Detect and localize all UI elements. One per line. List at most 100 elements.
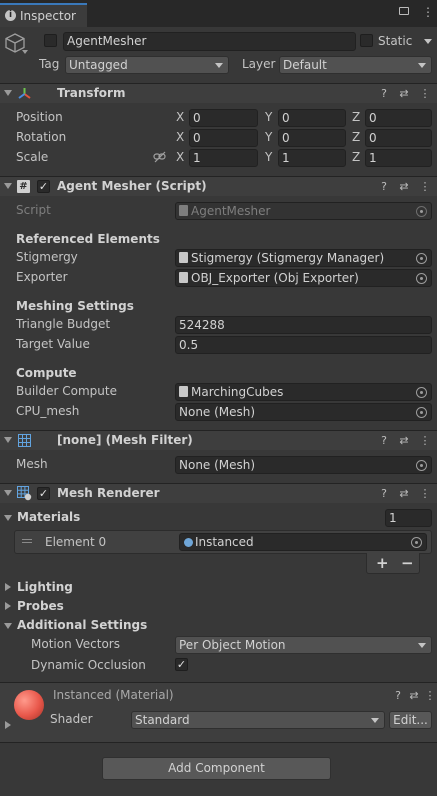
additional-settings-label[interactable]: Additional Settings xyxy=(17,618,147,632)
collapse-chevron-icon[interactable] xyxy=(22,50,28,54)
object-picker-icon[interactable] xyxy=(411,537,422,548)
triangle-budget-field[interactable]: 524288 xyxy=(175,316,432,334)
builder-compute-field[interactable]: MarchingCubes xyxy=(175,383,432,401)
exporter-field[interactable]: OBJ_Exporter (Obj Exporter) xyxy=(175,269,432,287)
object-picker-icon[interactable] xyxy=(416,407,427,418)
object-picker-icon[interactable] xyxy=(416,273,427,284)
mesh-grid-icon xyxy=(18,434,31,447)
axis-x-label[interactable]: X xyxy=(176,110,184,124)
preset-sliders-icon[interactable]: ⇄ xyxy=(397,434,411,448)
foldout-arrow-icon[interactable] xyxy=(4,490,12,496)
mesh-renderer-header[interactable]: ✓ Mesh Renderer ? ⇄ ⋮ xyxy=(0,483,437,503)
axis-y-label[interactable]: Y xyxy=(265,130,272,144)
context-menu-icon[interactable]: ⋮ xyxy=(423,689,437,703)
tag-dropdown[interactable]: Untagged xyxy=(65,56,229,74)
agent-mesher-header[interactable]: # ✓ Agent Mesher (Script) ? ⇄ ⋮ xyxy=(0,176,437,196)
info-icon: i xyxy=(5,10,16,21)
preset-sliders-icon[interactable]: ⇄ xyxy=(397,87,411,101)
axis-z-label[interactable]: Z xyxy=(352,130,360,144)
object-picker-icon[interactable] xyxy=(416,460,427,471)
edit-shader-button[interactable]: Edit... xyxy=(389,711,432,729)
axis-y-label[interactable]: Y xyxy=(265,150,272,164)
position-x-field[interactable]: 0 xyxy=(189,109,258,127)
context-menu-icon[interactable]: ⋮ xyxy=(418,87,432,101)
materials-count-field[interactable]: 1 xyxy=(385,509,432,527)
rotation-x-field[interactable]: 0 xyxy=(189,129,258,147)
lighting-label[interactable]: Lighting xyxy=(17,580,73,594)
additional-foldout-arrow-icon[interactable] xyxy=(4,623,12,629)
axis-z-label[interactable]: Z xyxy=(352,110,360,124)
active-checkbox[interactable] xyxy=(44,34,57,47)
cpu-mesh-field[interactable]: None (Mesh) xyxy=(175,403,432,421)
materials-foldout-arrow-icon[interactable] xyxy=(4,515,12,521)
object-picker-icon[interactable] xyxy=(416,253,427,264)
mesh-field[interactable]: None (Mesh) xyxy=(175,456,432,474)
tab-inspector[interactable]: i Inspector xyxy=(0,3,87,27)
motion-vectors-value: Per Object Motion xyxy=(179,638,286,652)
position-y-field[interactable]: 0 xyxy=(278,109,346,127)
foldout-arrow-icon[interactable] xyxy=(4,183,12,189)
transform-header[interactable]: Transform ? ⇄ ⋮ xyxy=(0,83,437,103)
remove-element-button[interactable]: − xyxy=(401,554,414,572)
layer-dropdown[interactable]: Default xyxy=(279,56,432,74)
preset-sliders-icon[interactable]: ⇄ xyxy=(397,487,411,501)
probes-foldout-arrow-icon[interactable] xyxy=(5,602,11,610)
position-z-field[interactable]: 0 xyxy=(365,109,432,127)
help-icon[interactable]: ? xyxy=(377,487,391,501)
preset-sliders-icon[interactable]: ⇄ xyxy=(407,689,421,703)
drag-handle-icon[interactable] xyxy=(22,539,32,540)
context-menu-icon[interactable]: ⋮ xyxy=(418,434,432,448)
lighting-foldout-arrow-icon[interactable] xyxy=(5,583,11,591)
add-element-button[interactable]: + xyxy=(376,554,389,572)
layer-value: Default xyxy=(283,58,327,72)
tag-label: Tag xyxy=(39,57,60,71)
stigmergy-field[interactable]: Stigmergy (Stigmergy Manager) xyxy=(175,249,432,267)
constrain-proportions-link-icon[interactable] xyxy=(153,151,167,163)
help-icon[interactable]: ? xyxy=(377,434,391,448)
script-field: AgentMesher xyxy=(175,202,432,220)
material-foldout-arrow-icon[interactable] xyxy=(5,721,11,729)
element-0-field[interactable]: Instanced xyxy=(179,533,427,551)
scale-z-field[interactable]: 1 xyxy=(365,149,432,167)
axis-y-label[interactable]: Y xyxy=(265,110,272,124)
dynamic-occlusion-checkbox[interactable]: ✓ xyxy=(175,658,188,671)
script-value: AgentMesher xyxy=(191,204,271,218)
help-icon[interactable]: ? xyxy=(391,689,405,703)
rotation-z-field[interactable]: 0 xyxy=(365,129,432,147)
more-icon[interactable]: ⋮ xyxy=(422,5,434,19)
foldout-arrow-icon[interactable] xyxy=(4,437,12,443)
materials-label[interactable]: Materials xyxy=(17,510,80,524)
material-header: Instanced (Material) ? ⇄ ⋮ Shader Standa… xyxy=(0,683,437,742)
lock-icon[interactable] xyxy=(399,7,409,15)
scale-x-field[interactable]: 1 xyxy=(189,149,258,167)
mesh-filter-title: [none] (Mesh Filter) xyxy=(57,433,193,447)
preset-sliders-icon[interactable]: ⇄ xyxy=(397,180,411,194)
meshing-settings-header: Meshing Settings xyxy=(16,299,134,313)
help-icon[interactable]: ? xyxy=(377,180,391,194)
shader-label: Shader xyxy=(50,712,93,726)
component-enabled-checkbox[interactable]: ✓ xyxy=(37,180,50,193)
axis-z-label[interactable]: Z xyxy=(352,150,360,164)
context-menu-icon[interactable]: ⋮ xyxy=(418,180,432,194)
probes-label[interactable]: Probes xyxy=(17,599,64,613)
motion-vectors-dropdown[interactable]: Per Object Motion xyxy=(175,636,432,654)
script-label: Script xyxy=(16,203,51,217)
shader-dropdown[interactable]: Standard xyxy=(131,711,385,729)
scale-y-field[interactable]: 1 xyxy=(278,149,346,167)
mesh-filter-header[interactable]: [none] (Mesh Filter) ? ⇄ ⋮ xyxy=(0,430,437,450)
foldout-arrow-icon[interactable] xyxy=(4,90,12,96)
target-value-field[interactable]: 0.5 xyxy=(175,336,432,354)
help-icon[interactable]: ? xyxy=(377,87,391,101)
rotation-y-field[interactable]: 0 xyxy=(278,129,346,147)
object-picker-icon[interactable] xyxy=(416,387,427,398)
context-menu-icon[interactable]: ⋮ xyxy=(418,487,432,501)
axis-x-label[interactable]: X xyxy=(176,150,184,164)
static-checkbox[interactable] xyxy=(360,34,373,47)
footer-separator xyxy=(0,742,437,743)
static-dropdown-chevron-icon[interactable] xyxy=(424,39,432,44)
add-component-button[interactable]: Add Component xyxy=(102,757,331,780)
object-name-field[interactable]: AgentMesher xyxy=(63,32,356,51)
stigmergy-value: Stigmergy (Stigmergy Manager) xyxy=(191,251,385,265)
component-enabled-checkbox[interactable]: ✓ xyxy=(37,487,50,500)
axis-x-label[interactable]: X xyxy=(176,130,184,144)
